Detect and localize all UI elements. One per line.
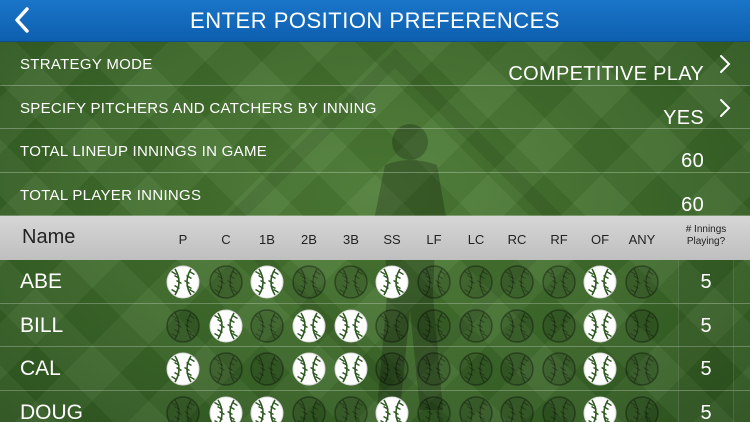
- baseball-selected-icon[interactable]: [209, 309, 243, 343]
- setting-value[interactable]: COMPETITIVE PLAY: [508, 63, 704, 86]
- position-column-header: RF: [550, 232, 568, 247]
- baseball-unselected-icon[interactable]: [166, 308, 200, 343]
- position-column-header: LF: [426, 232, 442, 247]
- setting-value: 60: [681, 193, 704, 216]
- player-row: CAL 5: [0, 347, 750, 391]
- baseball-unselected-icon[interactable]: [625, 395, 659, 422]
- position-column-header: C: [221, 232, 231, 247]
- settings-list: STRATEGY MODE COMPETITIVE PLAY SPECIFY PIT…: [0, 42, 750, 216]
- baseball-unselected-icon[interactable]: [375, 308, 409, 343]
- baseball-selected-icon[interactable]: [375, 396, 409, 422]
- header-bar: ENTER POSITION PREFERENCES: [0, 0, 750, 42]
- chevron-left-icon: [15, 7, 29, 33]
- baseball-unselected-icon[interactable]: [417, 265, 451, 299]
- player-row: BILL 5: [0, 303, 750, 347]
- baseball-selected-icon[interactable]: [166, 265, 200, 299]
- baseball-unselected-icon[interactable]: [250, 308, 284, 343]
- baseball-selected-icon[interactable]: [583, 352, 617, 386]
- baseball-unselected-icon[interactable]: [542, 395, 576, 422]
- position-column-header: OF: [590, 232, 610, 247]
- baseball-selected-icon[interactable]: [375, 265, 409, 299]
- setting-label: TOTAL PLAYER INNINGS: [20, 186, 202, 204]
- baseball-unselected-icon[interactable]: [500, 395, 534, 422]
- player-name: CAL: [20, 357, 61, 380]
- innings-value[interactable]: 5: [680, 315, 732, 338]
- baseball-unselected-icon[interactable]: [250, 352, 284, 386]
- baseball-unselected-icon[interactable]: [542, 352, 576, 386]
- player-row: ABE 5: [0, 260, 750, 304]
- baseball-selected-icon[interactable]: [334, 309, 368, 343]
- chevron-right-icon: [720, 55, 731, 73]
- baseball-unselected-icon[interactable]: [459, 352, 493, 386]
- page-title: ENTER POSITION PREFERENCES: [190, 7, 560, 33]
- baseball-unselected-icon[interactable]: [500, 265, 534, 299]
- baseball-unselected-icon[interactable]: [542, 308, 576, 343]
- baseball-selected-icon[interactable]: [334, 352, 368, 386]
- baseball-unselected-icon[interactable]: [417, 352, 451, 386]
- player-table: ABE 5 BILL 5 CAL 5 DOUG 5: [0, 260, 750, 422]
- baseball-unselected-icon[interactable]: [209, 352, 243, 386]
- position-column-header: ANY: [628, 232, 656, 247]
- baseball-unselected-icon[interactable]: [166, 395, 200, 422]
- position-column-header: 1B: [259, 232, 275, 247]
- baseball-selected-icon[interactable]: [292, 309, 326, 343]
- setting-value: 60: [681, 150, 704, 172]
- baseball-selected-icon[interactable]: [583, 396, 617, 422]
- chevron-right-icon: [720, 98, 731, 117]
- baseball-unselected-icon[interactable]: [459, 308, 493, 343]
- baseball-unselected-icon[interactable]: [625, 265, 659, 299]
- position-column-header: RC: [507, 232, 527, 247]
- innings-value[interactable]: 5: [680, 271, 732, 294]
- innings-value[interactable]: 5: [680, 358, 732, 381]
- baseball-selected-icon[interactable]: [583, 309, 617, 343]
- baseball-selected-icon[interactable]: [250, 396, 284, 422]
- setting-row: TOTAL PLAYER INNINGS 60: [0, 173, 750, 216]
- baseball-unselected-icon[interactable]: [500, 352, 534, 386]
- baseball-unselected-icon[interactable]: [459, 265, 493, 299]
- player-name: ABE: [20, 270, 63, 293]
- position-column-header: P: [178, 232, 188, 247]
- baseball-unselected-icon[interactable]: [209, 265, 243, 299]
- baseball-unselected-icon[interactable]: [375, 352, 409, 386]
- baseball-unselected-icon[interactable]: [625, 352, 659, 386]
- table-header: Name # Innings Playing? P C 1B 2B 3B SS LF LC RC…: [0, 216, 750, 260]
- player-name: DOUG: [20, 400, 83, 422]
- setting-label: SPECIFY PITCHERS AND CATCHERS BY INNING: [20, 99, 377, 117]
- baseball-selected-icon[interactable]: [583, 265, 617, 299]
- baseball-unselected-icon[interactable]: [334, 265, 368, 299]
- baseball-selected-icon[interactable]: [250, 265, 284, 299]
- position-column-header: SS: [383, 232, 401, 247]
- position-column-header: 3B: [343, 232, 359, 247]
- setting-row[interactable]: SPECIFY PITCHERS AND CATCHERS BY INNING Y…: [0, 86, 750, 130]
- position-column-header: LC: [467, 232, 485, 247]
- baseball-selected-icon[interactable]: [166, 352, 200, 386]
- player-row: DOUG 5: [0, 390, 750, 422]
- baseball-unselected-icon[interactable]: [500, 308, 534, 343]
- setting-label: TOTAL LINEUP INNINGS IN GAME: [20, 143, 268, 160]
- baseball-selected-icon[interactable]: [292, 352, 326, 386]
- baseball-unselected-icon[interactable]: [417, 395, 451, 422]
- baseball-unselected-icon[interactable]: [292, 395, 326, 422]
- baseball-unselected-icon[interactable]: [334, 395, 368, 422]
- name-column-header: Name: [22, 226, 76, 248]
- setting-row: TOTAL LINEUP INNINGS IN GAME 60: [0, 129, 750, 173]
- baseball-unselected-icon[interactable]: [292, 265, 326, 299]
- innings-column-header: # Innings Playing?: [685, 224, 727, 247]
- setting-row[interactable]: STRATEGY MODE COMPETITIVE PLAY: [0, 42, 750, 86]
- baseball-selected-icon[interactable]: [209, 396, 243, 422]
- position-column-header: 2B: [301, 232, 317, 247]
- baseball-unselected-icon[interactable]: [417, 308, 451, 343]
- baseball-unselected-icon[interactable]: [542, 265, 576, 299]
- baseball-unselected-icon[interactable]: [459, 395, 493, 422]
- back-button[interactable]: [8, 6, 36, 34]
- baseball-unselected-icon[interactable]: [625, 308, 659, 343]
- setting-value[interactable]: YES: [663, 107, 704, 130]
- player-name: BILL: [20, 313, 64, 337]
- setting-label: STRATEGY MODE: [20, 56, 153, 73]
- innings-value[interactable]: 5: [680, 402, 732, 422]
